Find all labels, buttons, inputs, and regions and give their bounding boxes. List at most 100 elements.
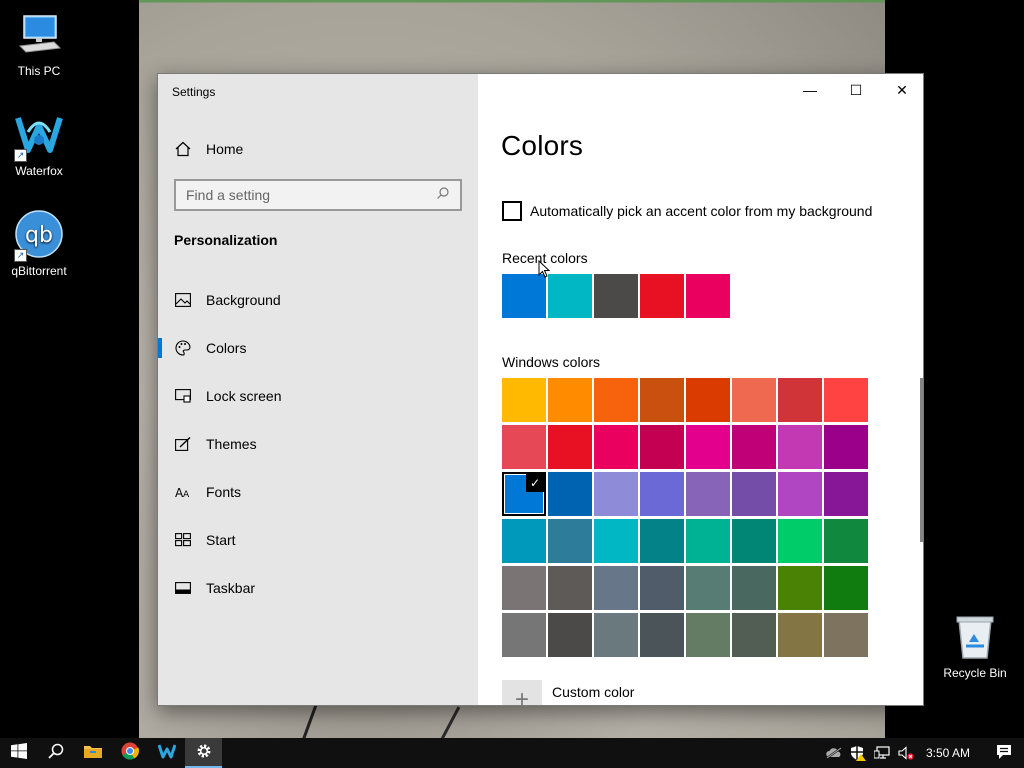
nav-home[interactable]: Home <box>174 137 243 161</box>
recent-color-swatch[interactable] <box>640 274 684 318</box>
action-center-button[interactable] <box>984 738 1024 768</box>
sidebar-item-start[interactable]: Start <box>158 516 478 564</box>
waterfox-button[interactable] <box>148 738 185 768</box>
auto-pick-checkbox[interactable] <box>502 201 522 221</box>
sidebar-item-fonts[interactable]: AA Fonts <box>158 468 478 516</box>
recent-color-swatch[interactable] <box>594 274 638 318</box>
content-scrollbar[interactable] <box>920 378 923 542</box>
desktop-icon-this-pc[interactable]: This PC <box>0 10 78 78</box>
windows-color-swatch[interactable] <box>824 566 868 610</box>
chrome-button[interactable] <box>111 738 148 768</box>
sidebar-item-background[interactable]: Background <box>158 276 478 324</box>
windows-color-swatch[interactable] <box>732 472 776 516</box>
this-pc-icon <box>14 10 64 60</box>
windows-color-swatch[interactable] <box>640 519 684 563</box>
windows-color-swatch[interactable] <box>548 378 592 422</box>
custom-color-button[interactable]: + Custom color <box>502 680 634 705</box>
windows-color-swatch[interactable] <box>548 472 592 516</box>
minimize-button[interactable]: — <box>787 74 833 106</box>
windows-color-swatch[interactable] <box>686 613 730 657</box>
windows-color-swatch[interactable] <box>686 519 730 563</box>
windows-color-swatch[interactable] <box>548 613 592 657</box>
windows-color-swatch[interactable] <box>502 519 546 563</box>
windows-color-swatch[interactable] <box>824 425 868 469</box>
settings-window: Settings Home Personalization Background <box>157 73 924 706</box>
windows-logo-icon <box>10 743 27 763</box>
start-layout-icon <box>174 531 192 549</box>
recent-color-swatch[interactable] <box>502 274 546 318</box>
windows-color-swatch[interactable] <box>594 613 638 657</box>
windows-color-swatch[interactable] <box>686 425 730 469</box>
network-icon[interactable] <box>870 738 894 768</box>
windows-color-swatch[interactable] <box>824 519 868 563</box>
windows-color-swatch[interactable] <box>502 613 546 657</box>
auto-pick-accent-option[interactable]: Automatically pick an accent color from … <box>502 201 872 221</box>
windows-color-swatch[interactable] <box>594 378 638 422</box>
notification-icon <box>996 744 1012 763</box>
windows-color-swatch[interactable] <box>548 425 592 469</box>
windows-color-swatch[interactable] <box>548 566 592 610</box>
windows-color-swatch[interactable] <box>778 425 822 469</box>
sidebar-item-label: Colors <box>206 340 247 356</box>
windows-color-swatch[interactable] <box>640 613 684 657</box>
windows-color-swatch[interactable] <box>594 425 638 469</box>
taskbar-icon <box>174 579 192 597</box>
taskbar-clock[interactable]: 3:50 AM <box>918 746 984 760</box>
windows-color-swatch[interactable] <box>732 613 776 657</box>
windows-color-swatch[interactable] <box>640 566 684 610</box>
security-warning-icon[interactable] <box>846 738 870 768</box>
volume-muted-icon[interactable] <box>894 738 918 768</box>
windows-color-swatch[interactable] <box>778 613 822 657</box>
desktop-icon-qbittorrent[interactable]: qb ↗ qBittorrent <box>0 210 78 278</box>
windows-color-swatch[interactable] <box>640 472 684 516</box>
search-input[interactable] <box>186 187 436 203</box>
sidebar-item-label: Fonts <box>206 484 242 500</box>
search-icon[interactable] <box>436 186 450 205</box>
search-button[interactable] <box>37 738 74 768</box>
sidebar-item-themes[interactable]: Themes <box>158 420 478 468</box>
search-box[interactable] <box>174 179 462 211</box>
selected-color-swatch[interactable]: ✓ <box>502 472 546 516</box>
windows-color-swatch[interactable] <box>824 472 868 516</box>
desktop-icon-recycle-bin[interactable]: Recycle Bin <box>936 612 1014 680</box>
sidebar-item-taskbar[interactable]: Taskbar <box>158 564 478 612</box>
chrome-icon <box>121 742 139 764</box>
windows-color-swatch[interactable] <box>732 378 776 422</box>
windows-color-swatch[interactable] <box>640 378 684 422</box>
fonts-icon: AA <box>174 483 192 501</box>
windows-color-swatch[interactable] <box>594 519 638 563</box>
windows-color-swatch[interactable] <box>732 566 776 610</box>
windows-color-swatch[interactable] <box>778 519 822 563</box>
windows-color-swatch[interactable] <box>640 425 684 469</box>
windows-color-swatch[interactable] <box>732 519 776 563</box>
windows-color-swatch[interactable] <box>732 425 776 469</box>
sidebar-item-lock-screen[interactable]: Lock screen <box>158 372 478 420</box>
windows-color-swatch[interactable] <box>548 519 592 563</box>
start-button[interactable] <box>0 738 37 768</box>
sidebar-item-colors[interactable]: Colors <box>158 324 478 372</box>
recent-color-swatch[interactable] <box>686 274 730 318</box>
windows-color-swatch[interactable] <box>824 613 868 657</box>
auto-pick-label: Automatically pick an accent color from … <box>530 203 873 219</box>
wallpaper-crack <box>440 706 461 740</box>
maximize-button[interactable]: ☐ <box>833 74 879 106</box>
windows-color-swatch[interactable] <box>502 566 546 610</box>
windows-color-swatch[interactable] <box>824 378 868 422</box>
file-explorer-button[interactable] <box>74 738 111 768</box>
settings-button[interactable] <box>185 738 222 768</box>
recent-color-swatch[interactable] <box>548 274 592 318</box>
windows-color-swatch[interactable] <box>686 378 730 422</box>
windows-color-swatch[interactable] <box>594 566 638 610</box>
windows-color-swatch[interactable] <box>778 378 822 422</box>
close-button[interactable]: ✕ <box>879 74 923 106</box>
windows-color-swatch[interactable] <box>778 472 822 516</box>
onedrive-offline-icon[interactable] <box>822 738 846 768</box>
windows-color-swatch[interactable] <box>502 425 546 469</box>
maximize-icon: ☐ <box>849 81 863 98</box>
windows-color-swatch[interactable] <box>778 566 822 610</box>
windows-color-swatch[interactable] <box>594 472 638 516</box>
windows-color-swatch[interactable] <box>686 566 730 610</box>
windows-color-swatch[interactable] <box>686 472 730 516</box>
desktop-icon-waterfox[interactable]: ↗ Waterfox <box>0 110 78 178</box>
windows-color-swatch[interactable] <box>502 378 546 422</box>
